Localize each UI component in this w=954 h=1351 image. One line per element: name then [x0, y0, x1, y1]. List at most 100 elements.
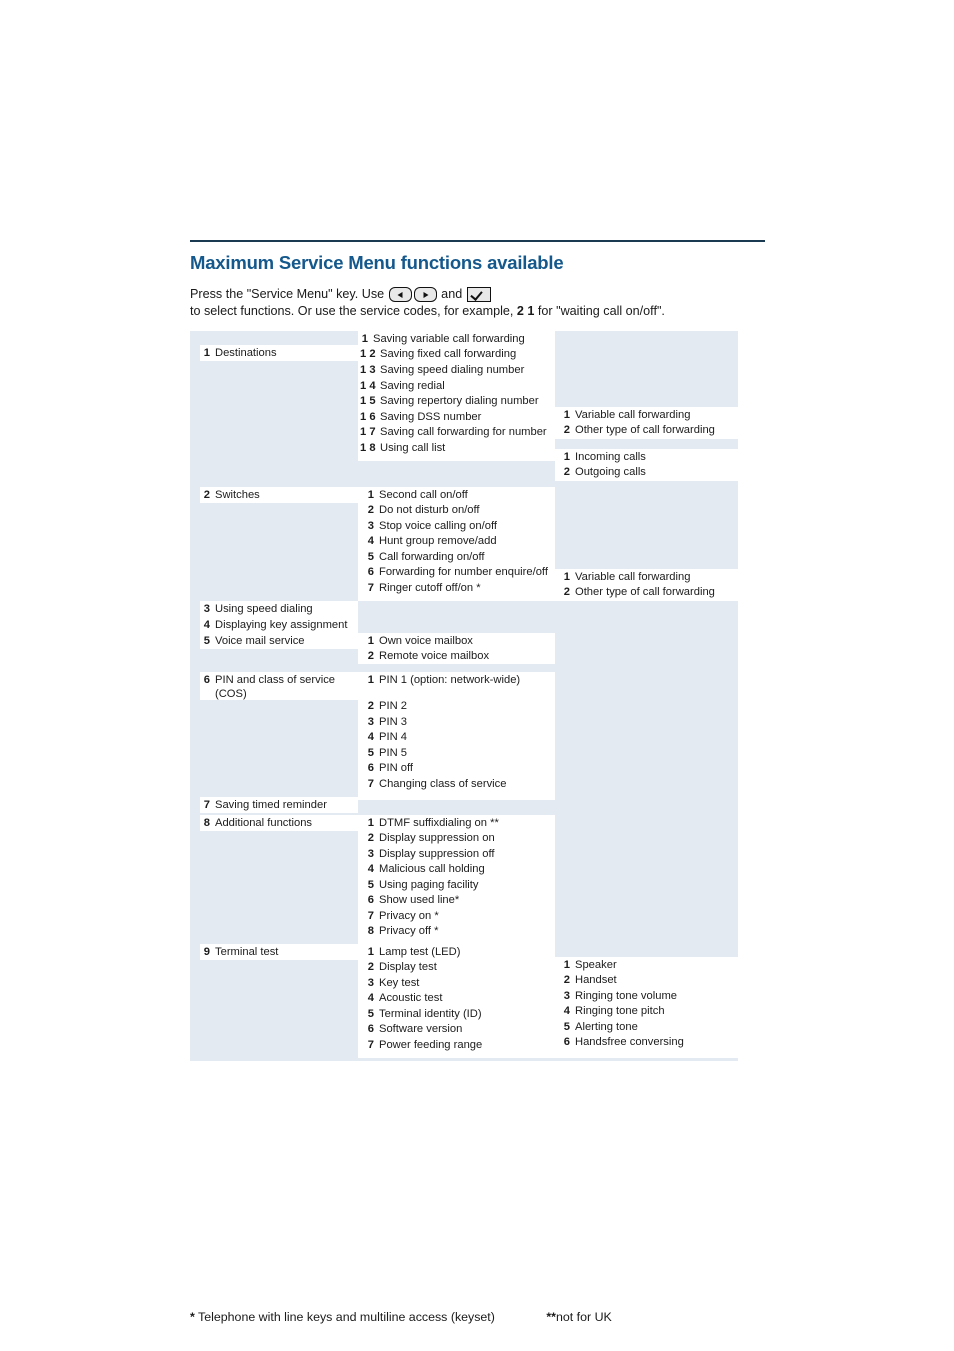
pin-row: 7 Changing class of service — [366, 777, 507, 791]
forwarding-b-row: 2 Other type of call forwarding — [562, 586, 715, 599]
switch-row-label: Stop voice calling on/off — [379, 519, 497, 532]
forwarding-a-row: 2 Other type of call forwarding — [562, 424, 715, 437]
forwarding-a-row-number: 2 — [563, 424, 570, 437]
switch-row-label: Do not disturb on/off — [379, 504, 480, 517]
switch-row-number: 7 — [367, 581, 374, 594]
additional-row-label: Show used line* — [379, 894, 460, 907]
terminal-tone-row: 4 Ringing tone pitch — [562, 1005, 665, 1018]
switch-row-number: 1 — [367, 488, 374, 501]
pin-row-number: 4 — [367, 730, 374, 743]
pin-row-label: PIN 4 — [379, 730, 407, 743]
additional-row-number: 5 — [367, 878, 374, 891]
category-row-label: Terminal test — [215, 945, 279, 958]
intro-service-code: 2 1 — [516, 304, 535, 319]
pin-row: 6 PIN off — [366, 761, 413, 775]
additional-row-number: 7 — [367, 909, 374, 922]
terminal-tone-row: 3 Ringing tone volume — [562, 989, 677, 1003]
intro-paragraph: Press the "Service Menu" key. Use and to… — [190, 286, 770, 321]
destination-row: 1 Saving variable call forwarding — [360, 333, 525, 346]
terminal-row-number: 6 — [367, 1023, 374, 1036]
terminal-tone-row-number: 2 — [563, 974, 570, 987]
destination-row: 1 2 Saving fixed call forwarding — [360, 349, 516, 361]
destination-row-number: 1 5 — [360, 395, 376, 408]
additional-row-label: DTMF suffixdialing on ** — [379, 816, 499, 829]
terminal-tone-row-label: Ringing tone volume — [575, 989, 677, 1002]
intro-text-d: for "waiting call on/off". — [534, 304, 665, 319]
destination-row-number: 1 3 — [360, 363, 376, 376]
intro-text-b: and — [437, 287, 466, 301]
additional-row: 2 Display suppression on — [366, 832, 495, 845]
category-row: 3 Using speed dialing — [202, 603, 313, 616]
pin-row-number: 7 — [367, 777, 374, 790]
voicemail-row-label: Remote voice mailbox — [379, 650, 490, 663]
category-row: 9 Terminal test — [202, 945, 279, 959]
voicemail-row-number: 2 — [367, 650, 374, 663]
switch-row: 4 Hunt group remove/add — [366, 535, 497, 548]
destination-row-label: Saving DSS number — [380, 410, 482, 423]
additional-row-number: 8 — [367, 925, 374, 938]
terminal-tone-row-label: Speaker — [575, 958, 617, 971]
forwarding-b-row-label: Variable call forwarding — [575, 570, 691, 583]
terminal-row: 6 Software version — [366, 1023, 463, 1036]
forwarding-b-row: 1 Variable call forwarding — [562, 570, 691, 584]
destination-row-number: 1 8 — [360, 441, 376, 454]
destination-row-label: Saving fixed call forwarding — [380, 348, 517, 361]
terminal-row-number: 4 — [367, 992, 374, 1005]
category-row-label: Switches — [215, 488, 260, 501]
terminal-row: 7 Power feeding range — [366, 1039, 482, 1052]
additional-row-number: 3 — [367, 847, 374, 860]
category-row: 5 Voice mail service — [202, 634, 305, 648]
calls-row: 2 Outgoing calls — [562, 466, 646, 479]
pin-row-label: PIN off — [379, 761, 413, 774]
additional-row: 6 Show used line* — [366, 894, 460, 907]
additional-row: 8 Privacy off * — [366, 925, 439, 938]
additional-row: 5 Using paging facility — [366, 878, 479, 892]
pin-row: 5 PIN 5 — [366, 746, 407, 760]
additional-row-number: 2 — [367, 832, 374, 845]
category-row-number: 9 — [203, 945, 210, 958]
calls-row-number: 2 — [563, 466, 570, 479]
terminal-row-number: 1 — [367, 945, 374, 958]
page-title: Maximum Service Menu functions available — [190, 252, 564, 273]
additional-row-label: Display suppression on — [379, 832, 495, 845]
category-row: 6 PIN and class of service (COS) — [202, 674, 335, 700]
category-row-number: 5 — [203, 634, 210, 647]
pin-row-label: Changing class of service — [379, 777, 507, 790]
voicemail-row-label: Own voice mailbox — [379, 634, 473, 647]
destination-row-number: 1 7 — [360, 426, 376, 439]
forwarding-a-row-number: 1 — [563, 408, 570, 421]
intro-text-a: Press the "Service Menu" key. Use — [190, 287, 388, 301]
destination-row: 1 3 Saving speed dialing number — [360, 363, 524, 377]
pin-row: 4 PIN 4 — [366, 730, 407, 744]
additional-row-label: Display suppression off — [379, 847, 495, 860]
destination-row: 1 6 Saving DSS number — [360, 410, 482, 424]
additional-row-label: Malicious call holding — [379, 863, 485, 876]
intro-line-2: to select functions. Or use the service … — [190, 303, 770, 320]
checkmark-key-icon — [466, 287, 491, 302]
destination-row: 1 7 Saving call forwarding for number — [360, 427, 547, 439]
pin-row-label: PIN 5 — [379, 746, 407, 759]
category-row: 2 Switches — [202, 488, 260, 502]
destination-row-number: 1 4 — [360, 379, 376, 392]
terminal-row: 4 Acoustic test — [366, 992, 443, 1005]
terminal-row-label: Terminal identity (ID) — [379, 1007, 482, 1020]
destination-row-label: Saving redial — [380, 379, 445, 392]
pin-row: 3 PIN 3 — [366, 716, 407, 729]
terminal-tone-row-label: Handset — [575, 974, 617, 987]
additional-row-label: Using paging facility — [379, 878, 479, 891]
switch-row-label: Second call on/off — [379, 488, 468, 501]
additional-row-number: 6 — [367, 894, 374, 907]
voicemail-row: 1 Own voice mailbox — [366, 634, 473, 648]
category-row-label: Saving timed reminder — [215, 798, 327, 811]
switch-row-label: Hunt group remove/add — [379, 535, 497, 548]
destination-row-number: 1 6 — [360, 410, 376, 423]
terminal-row-label: Software version — [379, 1023, 463, 1036]
switch-row: 1 Second call on/off — [366, 488, 468, 502]
terminal-row: 1 Lamp test (LED) — [366, 945, 461, 959]
additional-row-number: 4 — [367, 863, 374, 876]
destination-row: 1 8 Using call list — [360, 441, 445, 455]
terminal-tone-row-number: 4 — [563, 1005, 570, 1018]
destination-row-label: Saving call forwarding for number — [380, 426, 547, 439]
terminal-tone-row-label: Handsfree conversing — [575, 1036, 684, 1049]
switch-row: 2 Do not disturb on/off — [366, 504, 480, 517]
